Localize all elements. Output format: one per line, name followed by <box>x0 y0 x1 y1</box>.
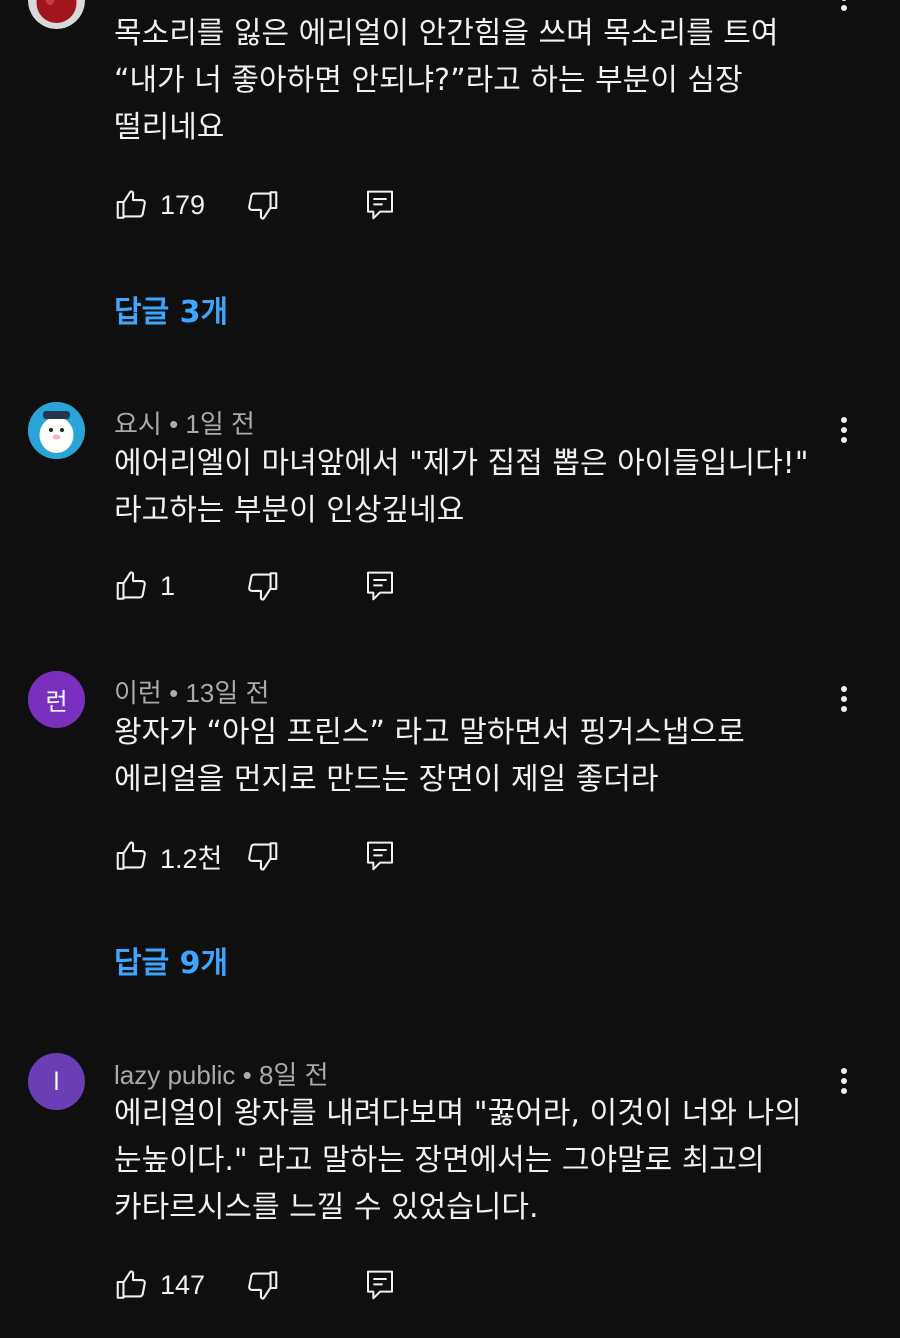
author-name[interactable]: 이런 <box>114 678 162 708</box>
avatar[interactable] <box>28 0 85 29</box>
thumbs-down-icon <box>248 191 278 220</box>
like-button[interactable]: 147 <box>114 1265 205 1305</box>
comment-text: 왕자가 “아임 프린스” 라고 말하면서 핑거스냅으로 에리얼을 먼지로 만드는… <box>114 715 745 797</box>
avatar-initial: l <box>53 1067 60 1096</box>
like-count: 1.2천 <box>160 843 223 874</box>
comment-time: 1일 전 <box>185 409 255 439</box>
like-count: 179 <box>160 189 206 220</box>
avatar-initial: 런 <box>45 688 68 716</box>
reply-button[interactable] <box>364 566 396 606</box>
view-replies-button[interactable]: 답글 3개 <box>114 287 228 331</box>
author-name[interactable]: lazy public <box>114 1060 235 1090</box>
author-name[interactable]: 요시 <box>114 409 162 439</box>
like-count: 1 <box>160 570 176 601</box>
comment-actions: 147 <box>114 1265 414 1305</box>
reply-button[interactable] <box>364 836 396 876</box>
reply-button[interactable] <box>364 1265 396 1305</box>
comment-text: 에리얼이 왕자를 내려다보며 "꿇어라, 이것이 너와 나의 눈높이다." 라고… <box>114 1096 802 1225</box>
reply-comment-icon <box>367 841 393 871</box>
thumbs-up-icon <box>116 571 146 600</box>
dislike-button[interactable] <box>244 185 280 225</box>
reply-comment-icon <box>367 1270 393 1300</box>
reply-comment-icon <box>367 190 393 220</box>
thumbs-up-icon <box>116 1270 146 1299</box>
like-button[interactable]: 1 <box>114 566 175 606</box>
like-count: 147 <box>160 1269 206 1300</box>
avatar[interactable]: 런 <box>28 671 85 728</box>
comment-meta: lazy public • 8일 전 <box>114 1055 329 1092</box>
cartoon-character-avatar-image <box>28 402 85 459</box>
thumbs-up-icon <box>116 841 146 870</box>
meta-separator: • <box>161 678 186 708</box>
thumbs-up-icon <box>116 190 146 219</box>
comment-actions: 1.2천 <box>114 836 414 876</box>
comment-time: 8일 전 <box>258 1060 329 1090</box>
thumbs-down-icon <box>248 1271 278 1300</box>
dislike-button[interactable] <box>244 836 280 876</box>
like-button[interactable]: 1.2천 <box>114 836 222 876</box>
comment-meta: 이런 • 13일 전 <box>114 673 269 710</box>
thumbs-down-icon <box>248 572 278 601</box>
meta-separator: • <box>235 1060 259 1090</box>
thumbs-down-icon <box>248 842 278 871</box>
comment-actions: 179 <box>114 185 414 225</box>
reply-comment-icon <box>367 571 393 601</box>
avatar[interactable] <box>28 402 85 459</box>
like-button[interactable]: 179 <box>114 185 205 225</box>
comment-text: 에어리엘이 마녀앞에서 "제가 집접 뽑은 아이들입니다!" 라고하는 부분이 … <box>114 446 809 528</box>
comment-actions: 1 <box>114 566 414 606</box>
dislike-button[interactable] <box>244 1265 280 1305</box>
avatar[interactable]: l <box>28 1053 85 1110</box>
dislike-button[interactable] <box>244 566 280 606</box>
comment-time: 13일 전 <box>185 678 270 708</box>
reply-button[interactable] <box>364 185 396 225</box>
meta-separator: • <box>161 409 186 439</box>
comment-text: 목소리를 잃은 에리얼이 안간힘을 쓰며 목소리를 트여 “내가 너 좋아하면 … <box>114 16 779 145</box>
view-replies-button[interactable]: 답글 9개 <box>114 938 228 982</box>
comment-meta: 요시 • 1일 전 <box>114 404 255 441</box>
apple-avatar-image <box>28 0 85 29</box>
